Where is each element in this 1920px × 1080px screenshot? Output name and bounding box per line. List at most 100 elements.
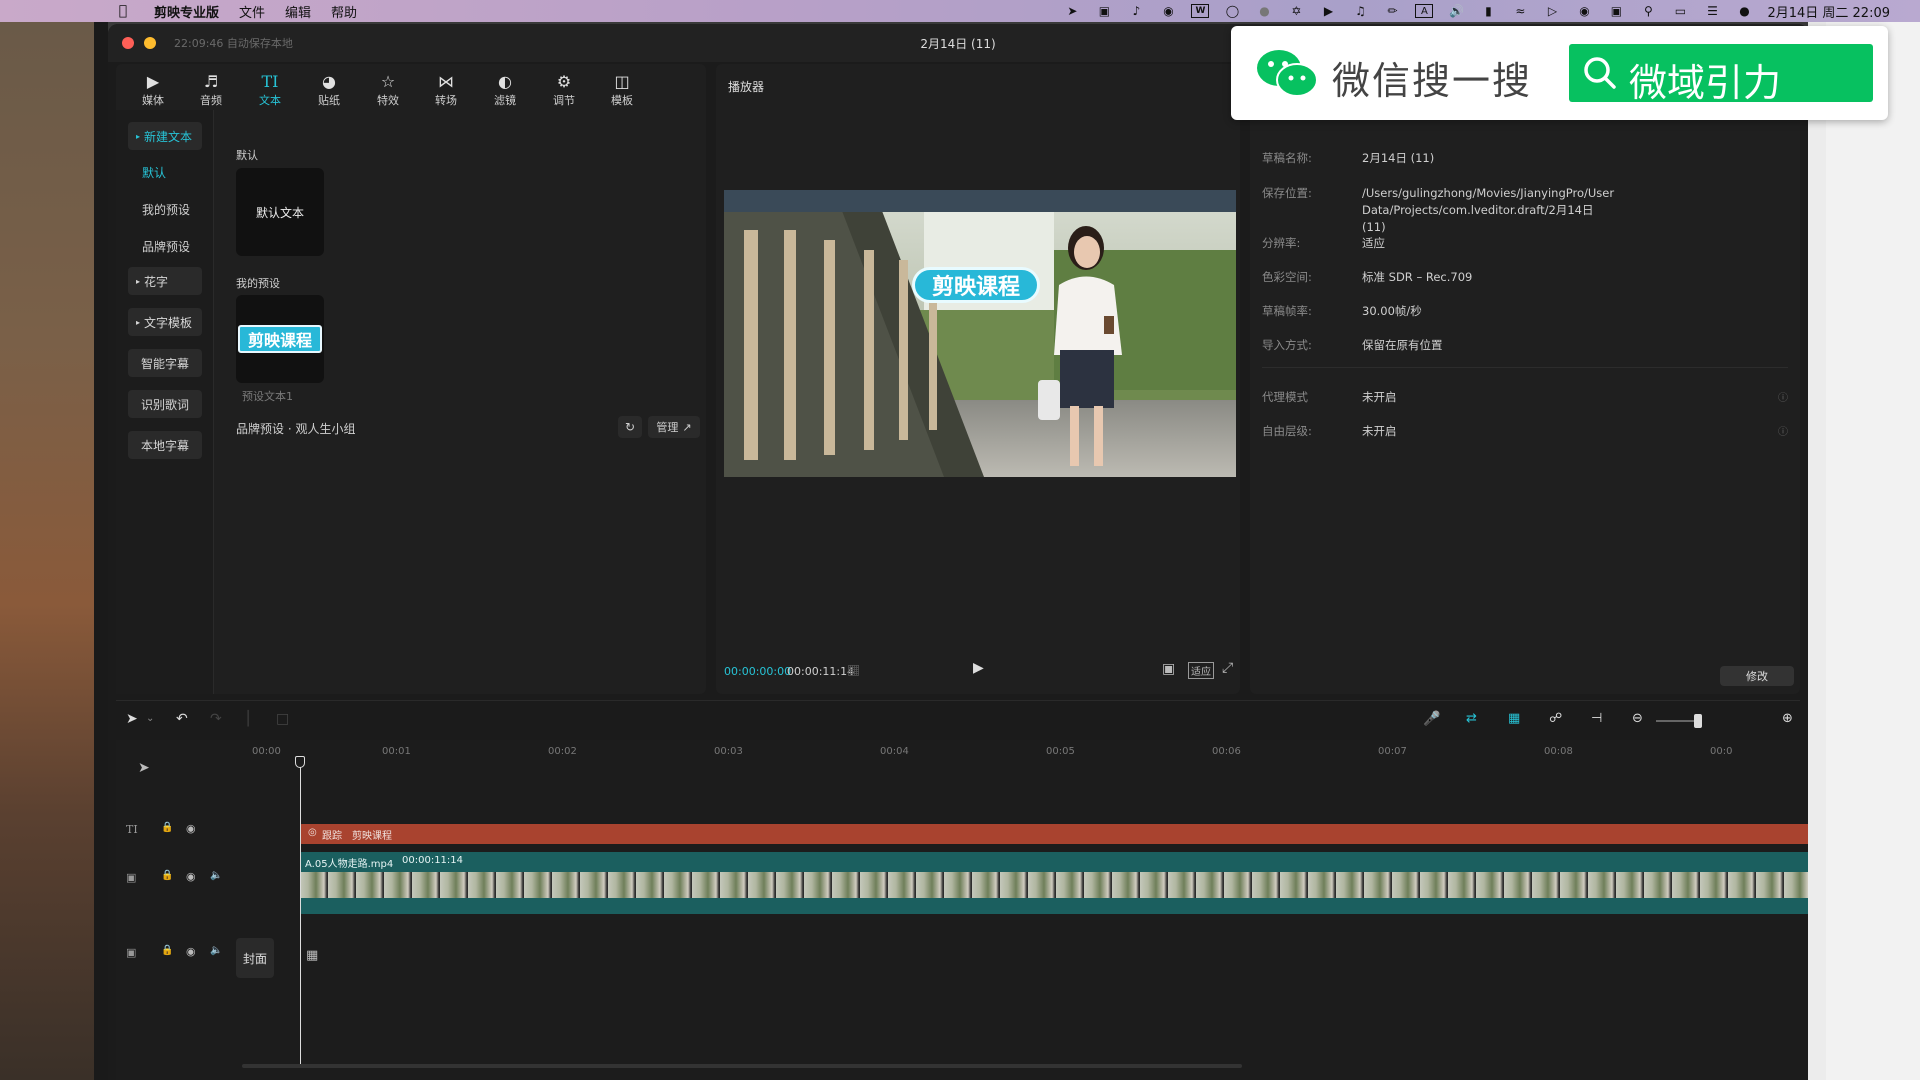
video-preview[interactable]: 剪映课程 xyxy=(724,190,1236,477)
sidebar-item-default[interactable]: 默认 xyxy=(142,164,166,181)
play-button[interactable]: ▶ xyxy=(973,660,984,676)
zoom-in-icon[interactable]: ⊕ xyxy=(1782,711,1793,726)
text-clip[interactable]: ◎ 跟踪 剪映课程 xyxy=(300,824,1808,844)
speaker-icon[interactable]: 🔈 xyxy=(210,870,222,881)
circle-icon[interactable]: ◯ xyxy=(1223,4,1241,18)
photo-icon[interactable]: ▣ xyxy=(1607,4,1625,18)
tab-transition[interactable]: ⋈ 转场 xyxy=(426,72,466,108)
link-main-track-icon[interactable]: ⇄ xyxy=(1466,711,1477,726)
search-icon[interactable]: ⚲ xyxy=(1639,4,1657,18)
zoom-out-icon[interactable]: ⊖ xyxy=(1632,711,1643,726)
select-tool-icon[interactable]: ➤ xyxy=(126,711,138,727)
video-clip[interactable]: A.05人物走路.mp4 00:00:11:14 xyxy=(300,852,1808,914)
film-icon[interactable]: ▦ xyxy=(306,948,318,963)
screenshot-icon[interactable]: ▣ xyxy=(1162,661,1175,677)
sidebar-item-smart-subtitle[interactable]: 智能字幕 xyxy=(128,349,202,377)
text-clip-label: 剪映课程 xyxy=(352,831,392,842)
info-icon[interactable]: ⓘ xyxy=(1778,389,1788,404)
default-text-card[interactable]: 默认文本 xyxy=(236,168,324,256)
sidebar-item-fancy-text[interactable]: ▸ 花字 xyxy=(128,267,202,295)
menu-edit[interactable]: 编辑 xyxy=(285,2,311,21)
fan-icon[interactable]: ✡ xyxy=(1287,4,1305,18)
timecode-grid-icon[interactable]: ▦ xyxy=(847,662,860,678)
lock-icon[interactable]: 🔒 xyxy=(161,870,173,881)
edit-properties-button[interactable]: 修改 xyxy=(1720,666,1794,686)
menu-bar-clock[interactable]: 2月14日 周二 22:09 xyxy=(1767,2,1890,21)
volume-icon[interactable]: 🔊 xyxy=(1447,4,1465,18)
sidebar-item-lyrics[interactable]: 识别歌词 xyxy=(128,390,202,418)
chevron-down-icon[interactable]: ⌄ xyxy=(146,713,154,724)
input-a-icon[interactable]: A xyxy=(1415,4,1434,18)
video-overlay-text[interactable]: 剪映课程 xyxy=(912,267,1040,303)
undo-icon[interactable]: ↶ xyxy=(176,711,188,727)
preset-text-card[interactable]: 剪映课程 xyxy=(236,295,324,383)
tab-adjust[interactable]: ⚙ 调节 xyxy=(544,72,584,108)
wifi-icon[interactable]: ≈ xyxy=(1511,4,1529,18)
microphone-icon[interactable]: 🎤 xyxy=(1423,711,1440,727)
template-icon: ◫ xyxy=(614,72,630,91)
link-icon[interactable]: ☍ xyxy=(1549,711,1562,726)
tab-effects[interactable]: ☆ 特效 xyxy=(368,72,408,108)
refresh-icon[interactable]: ↻ xyxy=(618,416,642,438)
prop-value-frame-rate: 30.00帧/秒 xyxy=(1362,304,1422,318)
caret-right-icon: ▸ xyxy=(136,317,141,327)
prop-value-color-space: 标准 SDR – Rec.709 xyxy=(1362,270,1473,284)
playhead[interactable] xyxy=(300,758,301,1068)
menu-app-name[interactable]: 剪映专业版 xyxy=(154,2,219,21)
snap-icon[interactable]: ⊣ xyxy=(1591,711,1602,726)
pen-icon[interactable]: ✏ xyxy=(1383,4,1401,18)
timeline-scrollbar[interactable] xyxy=(242,1064,1242,1068)
zoom-slider-handle[interactable] xyxy=(1694,714,1702,728)
manage-button[interactable]: 管理 ↗ xyxy=(648,416,700,438)
tab-template[interactable]: ◫ 模板 xyxy=(602,72,642,108)
battery-icon[interactable]: ▮ xyxy=(1479,4,1497,18)
fullscreen-icon[interactable]: ⤢ xyxy=(1222,660,1233,676)
location-icon[interactable]: ➤ xyxy=(1063,4,1081,18)
menu-file[interactable]: 文件 xyxy=(239,2,265,21)
cover-button[interactable]: 封面 xyxy=(236,938,274,978)
apple-icon[interactable]:  xyxy=(112,0,134,22)
ruler-tick: 00:0 xyxy=(1710,746,1733,757)
ratio-button[interactable]: 适应 xyxy=(1188,662,1214,679)
eye-icon[interactable]: ◉ xyxy=(186,870,196,883)
dot-icon[interactable]: ● xyxy=(1255,4,1273,18)
info-icon[interactable]: ⓘ xyxy=(1778,423,1788,438)
eye-icon[interactable]: ◉ xyxy=(186,822,196,835)
eye-icon[interactable]: ◉ xyxy=(186,945,196,958)
sidebar-item-text-templates[interactable]: ▸ 文字模板 xyxy=(128,308,202,336)
screen-icon[interactable]: ▭ xyxy=(1671,4,1689,18)
sidebar-item-brand-presets[interactable]: 品牌预设 xyxy=(142,238,190,255)
tab-sticker[interactable]: ◕ 贴纸 xyxy=(309,72,349,108)
split-icon[interactable]: │ xyxy=(244,711,252,727)
siri-icon[interactable]: ● xyxy=(1735,4,1753,18)
bell-icon[interactable]: ♫ xyxy=(1351,4,1369,18)
ruler-tick: 00:06 xyxy=(1212,746,1241,757)
sidebar-item-my-presets[interactable]: 我的预设 xyxy=(142,201,190,218)
control-center-icon[interactable]: ☰ xyxy=(1703,4,1721,18)
play-circle-icon[interactable]: ▷ xyxy=(1543,4,1561,18)
redo-icon[interactable]: ↷ xyxy=(210,711,222,727)
playhead-handle[interactable] xyxy=(295,756,305,768)
lock-icon[interactable]: 🔒 xyxy=(161,822,173,833)
preview-axis-icon[interactable]: ▦ xyxy=(1508,711,1520,726)
tab-filter[interactable]: ◐ 滤镜 xyxy=(485,72,525,108)
wechat-search-box[interactable]: 微域引力 xyxy=(1569,44,1873,105)
delete-icon[interactable]: □ xyxy=(276,711,289,727)
wechat-search-text: 微域引力 xyxy=(1629,61,1782,105)
chrome-icon[interactable]: ◉ xyxy=(1159,4,1177,18)
wechat-search-banner[interactable]: 微信搜一搜 微域引力 xyxy=(1231,26,1888,120)
timeline-ruler[interactable]: 00:00 00:01 00:02 00:03 00:04 00:05 00:0… xyxy=(242,740,1800,762)
app-icon[interactable]: ▶ xyxy=(1319,4,1337,18)
screen-record-icon[interactable]: ▣ xyxy=(1095,4,1113,18)
wps-icon[interactable]: W xyxy=(1191,4,1210,18)
tab-text[interactable]: TI 文本 xyxy=(250,72,290,108)
tab-media[interactable]: ▶ 媒体 xyxy=(133,72,173,108)
wechat-icon[interactable]: ◉ xyxy=(1575,4,1593,18)
menu-help[interactable]: 帮助 xyxy=(331,2,357,21)
tab-audio[interactable]: ♬ 音频 xyxy=(191,72,231,108)
lock-icon[interactable]: 🔒 xyxy=(161,945,173,956)
tiktok-icon[interactable]: ♪ xyxy=(1127,4,1145,18)
speaker-icon[interactable]: 🔈 xyxy=(210,945,222,956)
sidebar-item-new-text[interactable]: ▸ 新建文本 xyxy=(128,122,202,150)
sidebar-item-local-subtitle[interactable]: 本地字幕 xyxy=(128,431,202,459)
